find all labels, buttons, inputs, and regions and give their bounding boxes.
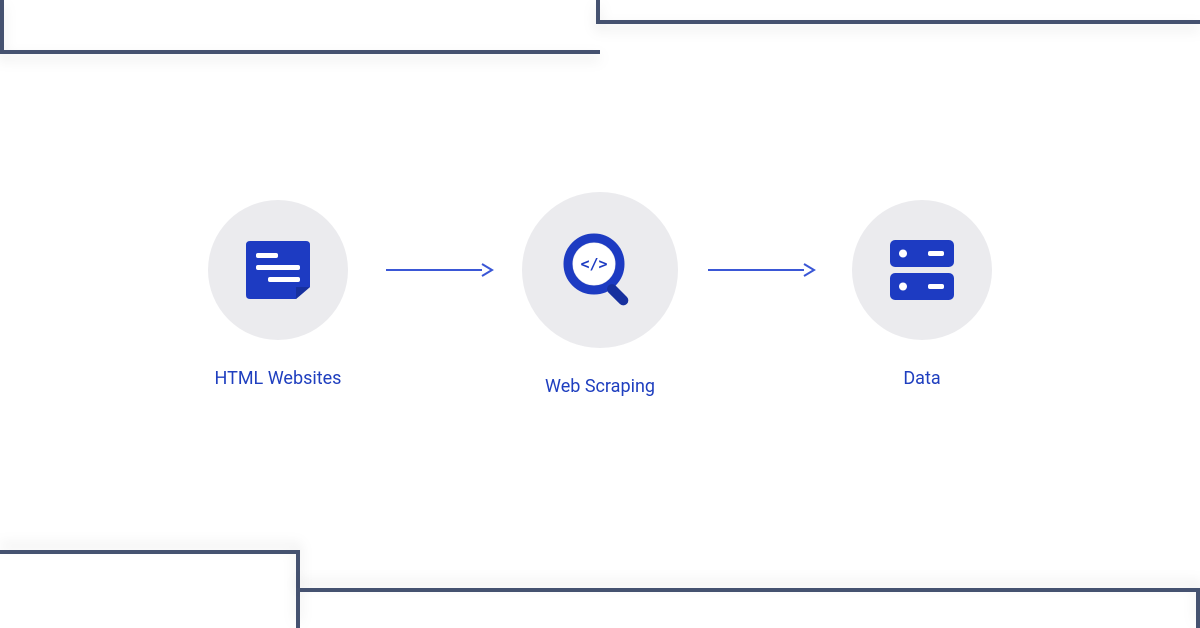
step-web-scraping: </> Web Scraping xyxy=(522,200,678,397)
frame-border-top-right xyxy=(596,0,1200,24)
frame-border-bottom-left xyxy=(0,550,300,628)
step-circle xyxy=(208,200,348,340)
document-icon xyxy=(246,241,310,299)
arrow-icon xyxy=(706,200,816,340)
step-label: Web Scraping xyxy=(545,376,655,397)
frame-border-bottom-right xyxy=(296,588,1200,628)
process-diagram: HTML Websites </> Web Scraping xyxy=(0,200,1200,397)
step-circle: </> xyxy=(522,192,678,348)
code-magnifier-icon: </> xyxy=(562,232,638,308)
step-html-websites: HTML Websites xyxy=(200,200,356,389)
arrow-icon xyxy=(384,200,494,340)
step-label: HTML Websites xyxy=(215,368,342,389)
step-label: Data xyxy=(903,368,940,389)
frame-border-top-left xyxy=(0,0,600,54)
step-circle xyxy=(852,200,992,340)
step-data: Data xyxy=(844,200,1000,389)
svg-text:</>: </> xyxy=(580,255,607,273)
server-icon xyxy=(890,240,954,300)
